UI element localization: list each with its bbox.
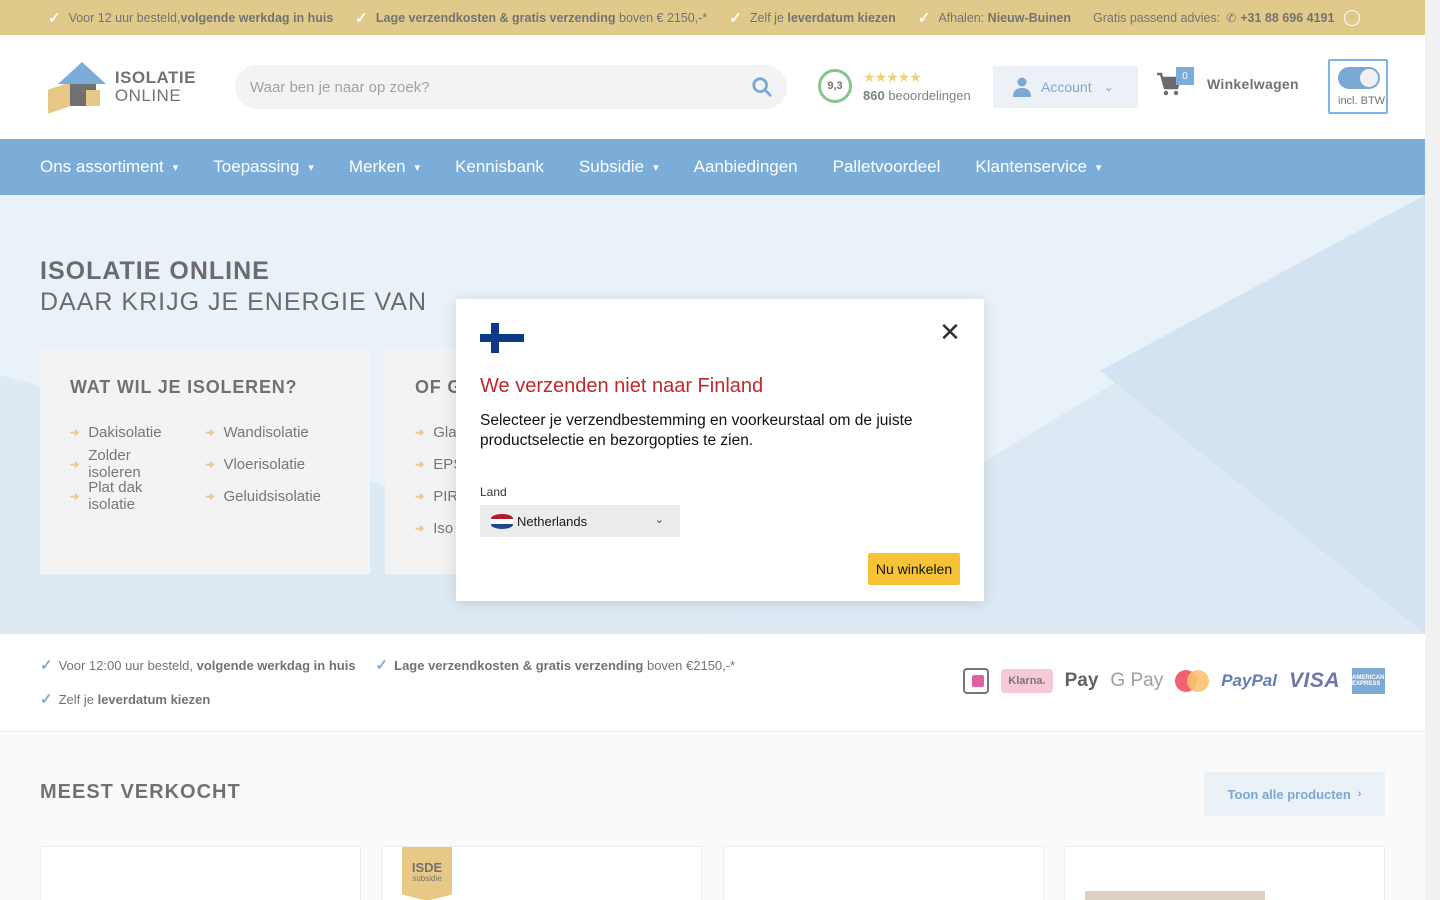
country-value: Netherlands [517, 513, 588, 529]
page-scrollbar[interactable] [1425, 0, 1440, 900]
modal-text: Selecteer je verzendbestemming en voorke… [480, 412, 913, 449]
country-modal: ✕ We verzenden niet naar Finland Selecte… [456, 299, 984, 601]
chevron-down-icon: ⌄ [654, 514, 664, 526]
modal-title: We verzenden niet naar Finland [480, 375, 764, 397]
country-select[interactable]: Netherlands ⌄ [480, 505, 680, 537]
country-label: Land [480, 485, 507, 499]
shop-now-button[interactable]: Nu winkelen [868, 553, 960, 585]
close-icon[interactable]: ✕ [938, 319, 962, 345]
netherlands-flag-icon [491, 513, 513, 529]
finland-flag-icon [480, 323, 524, 353]
